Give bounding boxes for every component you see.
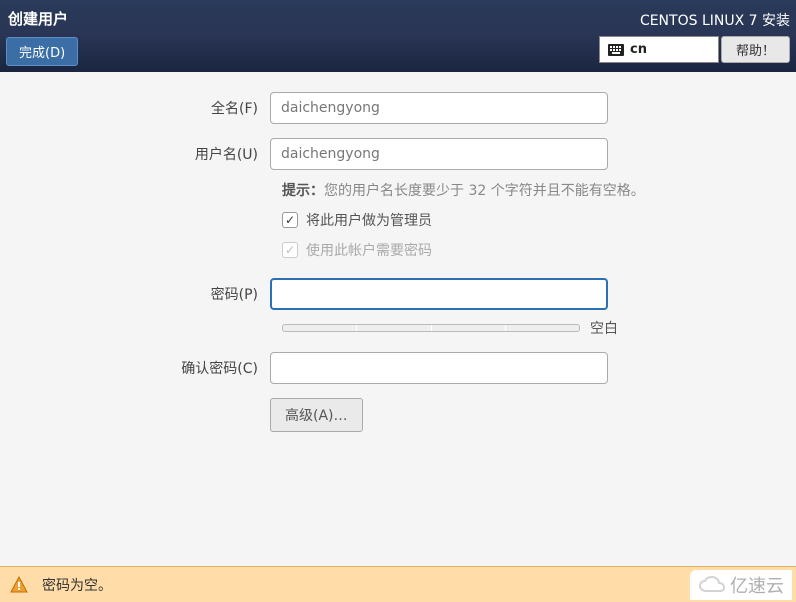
warning-message: 密码为空。 [42, 575, 112, 595]
page-title: 创建用户 [6, 6, 78, 31]
confirm-password-input[interactable] [270, 352, 608, 384]
keyboard-icon [608, 44, 624, 56]
header-controls: cn 帮助！ [599, 36, 790, 63]
password-label: 密码(P) [40, 284, 270, 304]
header-left: 创建用户 完成(D) [6, 6, 78, 66]
require-password-label: 使用此帐户需要密码 [306, 240, 432, 260]
header-right: CENTOS LINUX 7 安装 cn 帮助！ [599, 6, 790, 63]
watermark: 亿速云 [690, 570, 792, 600]
advanced-button[interactable]: 高级(A)… [270, 398, 363, 432]
installer-title: CENTOS LINUX 7 安装 [640, 10, 790, 30]
keyboard-layout-selector[interactable]: cn [599, 36, 719, 63]
password-input[interactable] [270, 278, 608, 310]
hint-label: 提示： [282, 183, 324, 199]
keyboard-layout-label: cn [630, 42, 647, 57]
confirm-password-label: 确认密码(C) [40, 358, 270, 378]
fullname-label: 全名(F) [40, 98, 270, 118]
create-user-form: 全名(F) 用户名(U) 提示：您的用户名长度要少于 32 个字符并且不能有空格… [0, 72, 796, 466]
make-admin-label: 将此用户做为管理员 [306, 210, 432, 230]
fullname-input[interactable] [270, 92, 608, 124]
make-admin-row[interactable]: 将此用户做为管理员 [40, 210, 756, 230]
password-strength-text: 空白 [590, 318, 618, 338]
watermark-text: 亿速云 [730, 572, 784, 598]
cloud-icon [698, 575, 726, 595]
warning-bar: 密码为空。 [0, 566, 796, 602]
warning-icon [10, 576, 28, 594]
done-button[interactable]: 完成(D) [6, 37, 78, 66]
username-hint: 提示：您的用户名长度要少于 32 个字符并且不能有空格。 [40, 180, 756, 200]
username-input[interactable] [270, 138, 608, 170]
make-admin-checkbox[interactable] [282, 212, 298, 228]
require-password-checkbox [282, 242, 298, 258]
header-bar: 创建用户 完成(D) CENTOS LINUX 7 安装 cn 帮助！ [0, 0, 796, 72]
password-strength-meter [282, 324, 580, 332]
username-label: 用户名(U) [40, 144, 270, 164]
require-password-row: 使用此帐户需要密码 [40, 240, 756, 260]
password-strength-row: 空白 [40, 318, 756, 338]
help-button[interactable]: 帮助！ [721, 36, 790, 63]
hint-text: 您的用户名长度要少于 32 个字符并且不能有空格。 [324, 183, 645, 199]
